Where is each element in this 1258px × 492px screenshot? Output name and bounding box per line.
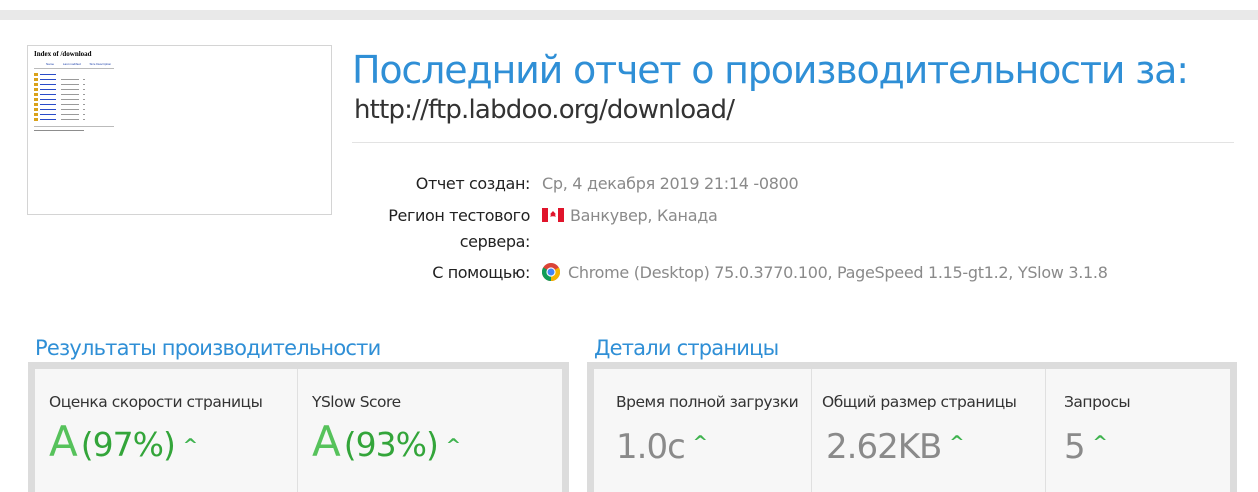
- thumbnail-title: Index of /download: [34, 50, 92, 58]
- region-label-continued: сервера:: [459, 232, 531, 251]
- pagespeed-grade: A (97%) ^: [49, 417, 198, 466]
- yslow-grade-percent: (93%): [343, 425, 439, 464]
- performance-panel: Оценка скорости страницы A (97%) ^ YSlow S…: [28, 362, 569, 492]
- created-label: Отчет создан:: [415, 174, 531, 193]
- thumbnail-header-modified: Last modified: [62, 62, 81, 66]
- requests-value: 5: [1064, 427, 1086, 467]
- thumbnail-rule: [34, 126, 114, 127]
- page-screenshot-thumbnail[interactable]: Index of /download Name Last modified Si…: [27, 45, 332, 215]
- region-label: Регион тестового: [388, 206, 530, 225]
- yslow-score-card[interactable]: YSlow Score A (93%) ^: [298, 369, 562, 492]
- thumbnail-listing: [34, 72, 114, 122]
- region-text: Ванкувер, Канада: [570, 206, 718, 225]
- load-time-card[interactable]: Время полной загрузки 1.0с ^: [594, 369, 812, 492]
- yslow-label: YSlow Score: [312, 393, 401, 411]
- thumbnail-footer: [34, 130, 84, 131]
- region-value: Ванкувер, Канада: [542, 206, 718, 225]
- divider: [352, 142, 1234, 143]
- thumbnail-row: [34, 117, 114, 122]
- page-size-metric: 2.62KB ^: [826, 427, 964, 467]
- using-text: Chrome (Desktop) 75.0.3770.100, PageSpee…: [568, 263, 1108, 282]
- thumbnail-header-name: Name: [46, 62, 55, 66]
- details-panel: Время полной загрузки 1.0с ^ Общий размер…: [587, 362, 1237, 492]
- load-time-value: 1.0с: [616, 427, 686, 467]
- caret-up-icon: ^: [445, 435, 461, 456]
- pagespeed-grade-percent: (97%): [80, 425, 176, 464]
- load-time-label: Время полной загрузки: [616, 393, 799, 411]
- load-time-metric: 1.0с ^: [616, 427, 708, 467]
- caret-up-icon: ^: [182, 435, 198, 456]
- pagespeed-grade-letter: A: [49, 417, 78, 466]
- thumbnail-header-size: Size Description: [89, 62, 112, 66]
- report-title: Последний отчет о производительности за:: [352, 48, 1189, 92]
- created-value: Ср, 4 декабря 2019 21:14 -0800: [542, 174, 799, 193]
- caret-up-icon: ^: [949, 432, 964, 453]
- requests-card[interactable]: Запросы 5 ^: [1046, 369, 1230, 492]
- yslow-grade-letter: A: [312, 417, 341, 466]
- requests-metric: 5 ^: [1064, 427, 1108, 467]
- using-label: С помощью:: [432, 263, 530, 282]
- canada-flag-icon: [542, 208, 564, 222]
- pagespeed-label: Оценка скорости страницы: [49, 393, 263, 411]
- caret-up-icon: ^: [692, 432, 708, 453]
- page-size-card[interactable]: Общий размер страницы 2.62KB ^: [812, 369, 1046, 492]
- pagespeed-score-card[interactable]: Оценка скорости страницы A (97%) ^: [35, 369, 298, 492]
- caret-up-icon: ^: [1092, 432, 1108, 453]
- page-size-label: Общий размер страницы: [822, 393, 1017, 411]
- report-url[interactable]: http://ftp.labdoo.org/download/: [354, 95, 735, 125]
- details-panel-body: Время полной загрузки 1.0с ^ Общий размер…: [594, 369, 1230, 492]
- using-value: Chrome (Desktop) 75.0.3770.100, PageSpee…: [541, 263, 1108, 282]
- performance-section-title: Результаты производительности: [35, 336, 381, 360]
- performance-panel-body: Оценка скорости страницы A (97%) ^ YSlow S…: [35, 369, 562, 492]
- top-bar: [0, 10, 1258, 20]
- requests-label: Запросы: [1064, 393, 1131, 411]
- details-section-title: Детали страницы: [594, 336, 779, 360]
- yslow-grade: A (93%) ^: [312, 417, 461, 466]
- thumbnail-rule: [34, 68, 114, 69]
- thumbnail-headers: Name Last modified Size Description: [46, 62, 119, 66]
- chrome-icon: [541, 263, 561, 281]
- page-size-value: 2.62KB: [826, 427, 942, 467]
